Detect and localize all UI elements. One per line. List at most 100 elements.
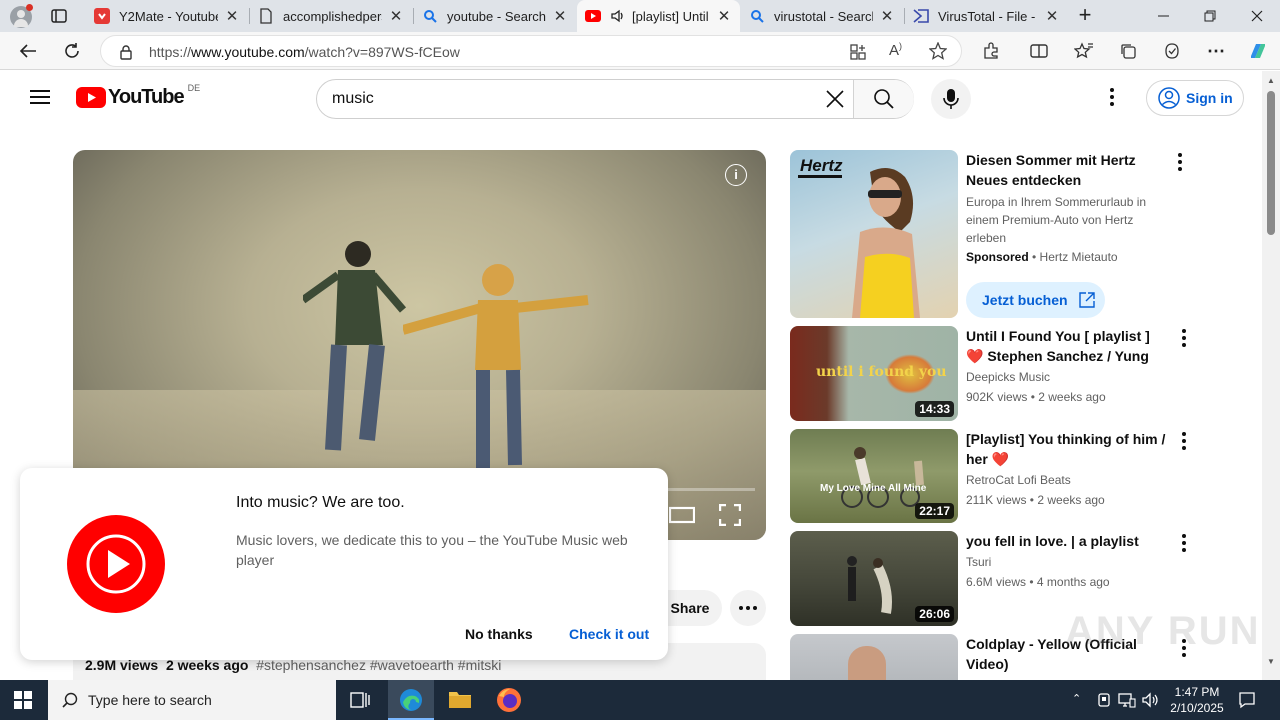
fullscreen-icon[interactable] [719,504,741,526]
url-path: /watch?v=897WS-fCEow [304,44,460,60]
sign-in-button[interactable]: Sign in [1146,80,1244,116]
video-thumbnail[interactable]: until i found you 14:33 [790,326,958,421]
tab-virustotal-search[interactable]: virustotal - Search ✕ [741,0,903,32]
video-title[interactable]: Until I Found You [ playlist ] ❤️ Stephe… [966,326,1171,366]
collections-icon[interactable] [1112,35,1144,67]
copilot-icon[interactable] [1242,35,1274,67]
speaker-icon[interactable] [610,8,626,24]
external-link-icon [1078,291,1096,309]
back-arrow-icon[interactable] [12,35,44,67]
windows-start-icon[interactable] [14,691,32,709]
search-box [316,79,914,119]
network-icon[interactable] [1118,692,1136,708]
channel-name[interactable]: Tsuri [966,552,991,572]
app-available-icon[interactable] [849,43,867,61]
restore-icon[interactable] [1187,0,1233,32]
info-icon[interactable]: i [725,164,747,186]
video-thumbnail[interactable]: My Love Mine All Mine 22:17 [790,429,958,523]
search-button[interactable] [853,80,914,118]
close-tab-icon[interactable]: ✕ [224,7,240,25]
browser-toolbar: https://www.youtube.com/watch?v=897WS-fC… [0,32,1280,70]
menu-hamburger-icon[interactable] [30,89,50,105]
split-screen-icon[interactable] [1023,35,1055,67]
video-title[interactable]: [Playlist] You thinking of him / her ❤️ [966,429,1166,469]
video-thumbnail[interactable]: 26:06 [790,531,958,626]
favorite-star-icon[interactable] [929,42,947,60]
advertiser-name: Hertz Mietauto [1039,250,1118,264]
ad-sponsor-line: Sponsored • Hertz Mietauto [966,250,1118,264]
read-aloud-icon[interactable]: A) [889,41,902,59]
video-more-icon[interactable] [1172,326,1196,350]
account-circle-icon [1158,87,1180,109]
channel-name[interactable]: Deepicks Music [966,367,1050,387]
taskbar-clock[interactable]: 1:47 PM 2/10/2025 [1166,684,1228,716]
theater-mode-icon[interactable] [669,506,695,524]
firefox-icon[interactable] [496,687,522,713]
taskbar-edge-button[interactable] [388,680,434,720]
ad-cta-button[interactable]: Jetzt buchen [966,282,1105,318]
video-thumbnail[interactable] [790,634,958,680]
video-frame-figure-woman [403,260,593,480]
refresh-icon[interactable] [56,35,88,67]
tray-device-icon[interactable] [1096,692,1112,708]
close-tab-icon[interactable]: ✕ [716,7,732,25]
more-actions-button[interactable] [730,590,766,626]
youtube-page: YouTube DE Sign in i Share [0,71,1262,680]
video-duration: 14:33 [915,401,954,417]
close-window-icon[interactable] [1234,0,1280,32]
tray-chevron-up-icon[interactable]: ⌃ [1072,692,1081,705]
tab-actions-icon[interactable] [50,8,68,24]
windows-taskbar: Type here to search ⌃ 1:47 PM 2/10/2025 [0,680,1280,720]
tab-youtube-search[interactable]: youtube - Search ✕ [414,0,576,32]
file-explorer-icon[interactable] [448,688,472,710]
video-frame-figure-man [303,240,413,460]
check-it-out-button[interactable]: Check it out [569,626,649,642]
tab-y2mate[interactable]: Y2Mate - Youtube ✕ [86,0,248,32]
task-view-icon[interactable] [350,690,370,710]
lock-icon[interactable] [119,44,133,60]
tab-accomplished[interactable]: accomplishedperso ✕ [250,0,412,32]
search-input[interactable] [332,88,812,110]
video-title[interactable]: you fell in love. | a playlist [966,531,1171,551]
tab-title: youtube - Search [447,8,546,24]
notifications-icon[interactable] [1238,691,1256,709]
scrollbar-thumb[interactable] [1267,91,1275,235]
close-tab-icon[interactable]: ✕ [879,7,895,25]
ad-thumbnail[interactable]: Hertz [790,150,958,318]
close-tab-icon[interactable]: ✕ [388,7,404,25]
favorites-icon[interactable] [1068,35,1100,67]
more-options-icon[interactable] [1110,88,1114,106]
ad-more-icon[interactable] [1168,150,1192,174]
minimize-icon[interactable] [1141,0,1187,32]
browser-essentials-icon[interactable] [1156,35,1188,67]
extensions-icon[interactable] [975,35,1007,67]
voice-search-button[interactable] [931,79,971,119]
new-tab-icon[interactable]: + [1072,4,1098,28]
video-more-icon[interactable] [1172,429,1196,453]
youtube-logo[interactable]: YouTube DE [76,83,200,109]
youtube-play-logo-icon [76,87,106,108]
no-thanks-button[interactable]: No thanks [465,626,533,642]
address-bar[interactable]: https://www.youtube.com/watch?v=897WS-fC… [100,35,962,67]
close-tab-icon[interactable]: ✕ [1044,7,1060,25]
page-scrollbar[interactable]: ▲ ▼ [1262,71,1280,680]
volume-icon[interactable] [1142,692,1160,708]
scroll-down-icon[interactable]: ▼ [1267,657,1275,666]
channel-name[interactable]: RetroCat Lofi Beats [966,470,1071,490]
thumbnail-caption: My Love Mine All Mine [820,483,927,494]
face-figure [848,646,886,680]
scroll-up-icon[interactable]: ▲ [1267,76,1275,85]
close-tab-icon[interactable]: ✕ [552,7,568,25]
logo-text: YouTube [108,86,185,108]
video-duration: 22:17 [915,503,954,519]
tab-playlist-active[interactable]: [playlist] Until ✕ [577,0,740,32]
ad-title[interactable]: Diesen Sommer mit Hertz Neues entdecken [966,150,1171,190]
profile-avatar-icon[interactable] [10,4,33,28]
settings-more-icon[interactable]: ⋯ [1200,35,1232,67]
video-more-icon[interactable] [1172,531,1196,555]
tab-virustotal-file[interactable]: VirusTotal - File - a ✕ [905,0,1068,32]
clear-search-icon[interactable] [825,89,845,109]
taskbar-search-box[interactable]: Type here to search [48,680,336,720]
url-text[interactable]: https://www.youtube.com/watch?v=897WS-fC… [149,44,460,60]
search-icon [873,88,895,110]
